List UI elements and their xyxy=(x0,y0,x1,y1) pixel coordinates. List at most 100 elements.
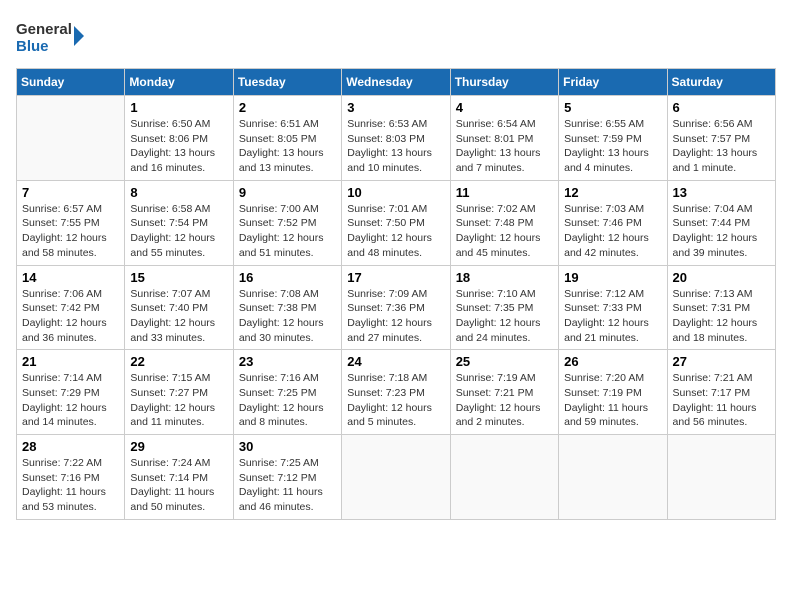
day-number: 9 xyxy=(239,185,336,200)
calendar-cell: 5 Sunrise: 6:55 AM Sunset: 7:59 PM Daylig… xyxy=(559,96,667,181)
day-info: Sunrise: 7:18 AM Sunset: 7:23 PM Dayligh… xyxy=(347,371,444,430)
calendar-week-row: 1Sunrise: 6:50 AM Sunset: 8:06 PM Daylig… xyxy=(17,96,776,181)
calendar-table: SundayMondayTuesdayWednesdayThursdayFrid… xyxy=(16,68,776,520)
day-info: Sunrise: 7:25 AM Sunset: 7:12 PM Dayligh… xyxy=(239,456,336,515)
day-number: 27 xyxy=(673,354,770,369)
day-number: 5 xyxy=(564,100,661,115)
calendar-cell: 13Sunrise: 7:04 AM Sunset: 7:44 PM Dayli… xyxy=(667,180,775,265)
calendar-cell xyxy=(450,435,558,520)
day-number: 26 xyxy=(564,354,661,369)
day-number: 25 xyxy=(456,354,553,369)
day-info: Sunrise: 7:12 AM Sunset: 7:33 PM Dayligh… xyxy=(564,287,661,346)
day-info: Sunrise: 7:04 AM Sunset: 7:44 PM Dayligh… xyxy=(673,202,770,261)
day-info: Sunrise: 7:09 AM Sunset: 7:36 PM Dayligh… xyxy=(347,287,444,346)
calendar-cell: 7Sunrise: 6:57 AM Sunset: 7:55 PM Daylig… xyxy=(17,180,125,265)
calendar-week-row: 7Sunrise: 6:57 AM Sunset: 7:55 PM Daylig… xyxy=(17,180,776,265)
logo: GeneralBlue xyxy=(16,16,86,56)
day-info: Sunrise: 7:20 AM Sunset: 7:19 PM Dayligh… xyxy=(564,371,661,430)
calendar-cell: 12 Sunrise: 7:03 AM Sunset: 7:46 PM Dayli… xyxy=(559,180,667,265)
calendar-cell: 11Sunrise: 7:02 AM Sunset: 7:48 PM Dayli… xyxy=(450,180,558,265)
day-info: Sunrise: 7:19 AM Sunset: 7:21 PM Dayligh… xyxy=(456,371,553,430)
day-number: 15 xyxy=(130,270,227,285)
calendar-header-saturday: Saturday xyxy=(667,69,775,96)
day-info: Sunrise: 7:01 AM Sunset: 7:50 PM Dayligh… xyxy=(347,202,444,261)
day-number: 24 xyxy=(347,354,444,369)
day-info: Sunrise: 7:13 AM Sunset: 7:31 PM Dayligh… xyxy=(673,287,770,346)
calendar-cell: 26 Sunrise: 7:20 AM Sunset: 7:19 PM Dayli… xyxy=(559,350,667,435)
calendar-cell: 24 Sunrise: 7:18 AM Sunset: 7:23 PM Dayli… xyxy=(342,350,450,435)
day-number: 3 xyxy=(347,100,444,115)
calendar-header-wednesday: Wednesday xyxy=(342,69,450,96)
calendar-cell: 10 Sunrise: 7:01 AM Sunset: 7:50 PM Dayli… xyxy=(342,180,450,265)
day-number: 29 xyxy=(130,439,227,454)
day-info: Sunrise: 7:06 AM Sunset: 7:42 PM Dayligh… xyxy=(22,287,119,346)
day-info: Sunrise: 7:16 AM Sunset: 7:25 PM Dayligh… xyxy=(239,371,336,430)
calendar-header-thursday: Thursday xyxy=(450,69,558,96)
calendar-cell: 2 Sunrise: 6:51 AM Sunset: 8:05 PM Daylig… xyxy=(233,96,341,181)
calendar-cell: 4 Sunrise: 6:54 AM Sunset: 8:01 PM Daylig… xyxy=(450,96,558,181)
day-number: 18 xyxy=(456,270,553,285)
day-number: 23 xyxy=(239,354,336,369)
day-info: Sunrise: 7:10 AM Sunset: 7:35 PM Dayligh… xyxy=(456,287,553,346)
day-info: Sunrise: 6:58 AM Sunset: 7:54 PM Dayligh… xyxy=(130,202,227,261)
calendar-header-sunday: Sunday xyxy=(17,69,125,96)
svg-text:Blue: Blue xyxy=(16,38,49,55)
calendar-cell: 9 Sunrise: 7:00 AM Sunset: 7:52 PM Daylig… xyxy=(233,180,341,265)
calendar-cell: 27 Sunrise: 7:21 AM Sunset: 7:17 PM Dayli… xyxy=(667,350,775,435)
calendar-cell: 1Sunrise: 6:50 AM Sunset: 8:06 PM Daylig… xyxy=(125,96,233,181)
day-info: Sunrise: 7:07 AM Sunset: 7:40 PM Dayligh… xyxy=(130,287,227,346)
day-info: Sunrise: 7:15 AM Sunset: 7:27 PM Dayligh… xyxy=(130,371,227,430)
calendar-cell: 20Sunrise: 7:13 AM Sunset: 7:31 PM Dayli… xyxy=(667,265,775,350)
calendar-header-row: SundayMondayTuesdayWednesdayThursdayFrid… xyxy=(17,69,776,96)
day-number: 2 xyxy=(239,100,336,115)
calendar-header-friday: Friday xyxy=(559,69,667,96)
day-info: Sunrise: 7:08 AM Sunset: 7:38 PM Dayligh… xyxy=(239,287,336,346)
day-number: 22 xyxy=(130,354,227,369)
calendar-cell: 28Sunrise: 7:22 AM Sunset: 7:16 PM Dayli… xyxy=(17,435,125,520)
calendar-cell: 6 Sunrise: 6:56 AM Sunset: 7:57 PM Daylig… xyxy=(667,96,775,181)
day-info: Sunrise: 6:53 AM Sunset: 8:03 PM Dayligh… xyxy=(347,117,444,176)
day-info: Sunrise: 7:00 AM Sunset: 7:52 PM Dayligh… xyxy=(239,202,336,261)
day-number: 12 xyxy=(564,185,661,200)
calendar-cell: 3 Sunrise: 6:53 AM Sunset: 8:03 PM Daylig… xyxy=(342,96,450,181)
calendar-header-monday: Monday xyxy=(125,69,233,96)
day-number: 21 xyxy=(22,354,119,369)
calendar-week-row: 28Sunrise: 7:22 AM Sunset: 7:16 PM Dayli… xyxy=(17,435,776,520)
day-number: 16 xyxy=(239,270,336,285)
calendar-cell xyxy=(559,435,667,520)
svg-text:General: General xyxy=(16,21,72,38)
calendar-cell: 25 Sunrise: 7:19 AM Sunset: 7:21 PM Dayli… xyxy=(450,350,558,435)
calendar-cell: 30Sunrise: 7:25 AM Sunset: 7:12 PM Dayli… xyxy=(233,435,341,520)
calendar-cell: 14Sunrise: 7:06 AM Sunset: 7:42 PM Dayli… xyxy=(17,265,125,350)
day-number: 6 xyxy=(673,100,770,115)
calendar-cell: 16 Sunrise: 7:08 AM Sunset: 7:38 PM Dayli… xyxy=(233,265,341,350)
day-info: Sunrise: 6:55 AM Sunset: 7:59 PM Dayligh… xyxy=(564,117,661,176)
day-info: Sunrise: 7:02 AM Sunset: 7:48 PM Dayligh… xyxy=(456,202,553,261)
day-info: Sunrise: 6:51 AM Sunset: 8:05 PM Dayligh… xyxy=(239,117,336,176)
calendar-cell: 15 Sunrise: 7:07 AM Sunset: 7:40 PM Dayli… xyxy=(125,265,233,350)
calendar-cell xyxy=(667,435,775,520)
logo-svg: GeneralBlue xyxy=(16,16,86,56)
day-number: 19 xyxy=(564,270,661,285)
calendar-cell: 8Sunrise: 6:58 AM Sunset: 7:54 PM Daylig… xyxy=(125,180,233,265)
calendar-cell: 17Sunrise: 7:09 AM Sunset: 7:36 PM Dayli… xyxy=(342,265,450,350)
calendar-cell: 18 Sunrise: 7:10 AM Sunset: 7:35 PM Dayli… xyxy=(450,265,558,350)
calendar-cell: 21 Sunrise: 7:14 AM Sunset: 7:29 PM Dayli… xyxy=(17,350,125,435)
day-info: Sunrise: 7:03 AM Sunset: 7:46 PM Dayligh… xyxy=(564,202,661,261)
day-info: Sunrise: 7:14 AM Sunset: 7:29 PM Dayligh… xyxy=(22,371,119,430)
calendar-week-row: 21 Sunrise: 7:14 AM Sunset: 7:29 PM Dayli… xyxy=(17,350,776,435)
day-info: Sunrise: 7:21 AM Sunset: 7:17 PM Dayligh… xyxy=(673,371,770,430)
day-number: 10 xyxy=(347,185,444,200)
calendar-week-row: 14Sunrise: 7:06 AM Sunset: 7:42 PM Dayli… xyxy=(17,265,776,350)
day-number: 4 xyxy=(456,100,553,115)
day-info: Sunrise: 6:56 AM Sunset: 7:57 PM Dayligh… xyxy=(673,117,770,176)
day-info: Sunrise: 6:50 AM Sunset: 8:06 PM Dayligh… xyxy=(130,117,227,176)
day-info: Sunrise: 6:54 AM Sunset: 8:01 PM Dayligh… xyxy=(456,117,553,176)
day-info: Sunrise: 6:57 AM Sunset: 7:55 PM Dayligh… xyxy=(22,202,119,261)
calendar-cell xyxy=(17,96,125,181)
day-info: Sunrise: 7:24 AM Sunset: 7:14 PM Dayligh… xyxy=(130,456,227,515)
calendar-cell: 19 Sunrise: 7:12 AM Sunset: 7:33 PM Dayli… xyxy=(559,265,667,350)
calendar-cell xyxy=(342,435,450,520)
calendar-cell: 23 Sunrise: 7:16 AM Sunset: 7:25 PM Dayli… xyxy=(233,350,341,435)
page-header: GeneralBlue xyxy=(16,16,776,56)
